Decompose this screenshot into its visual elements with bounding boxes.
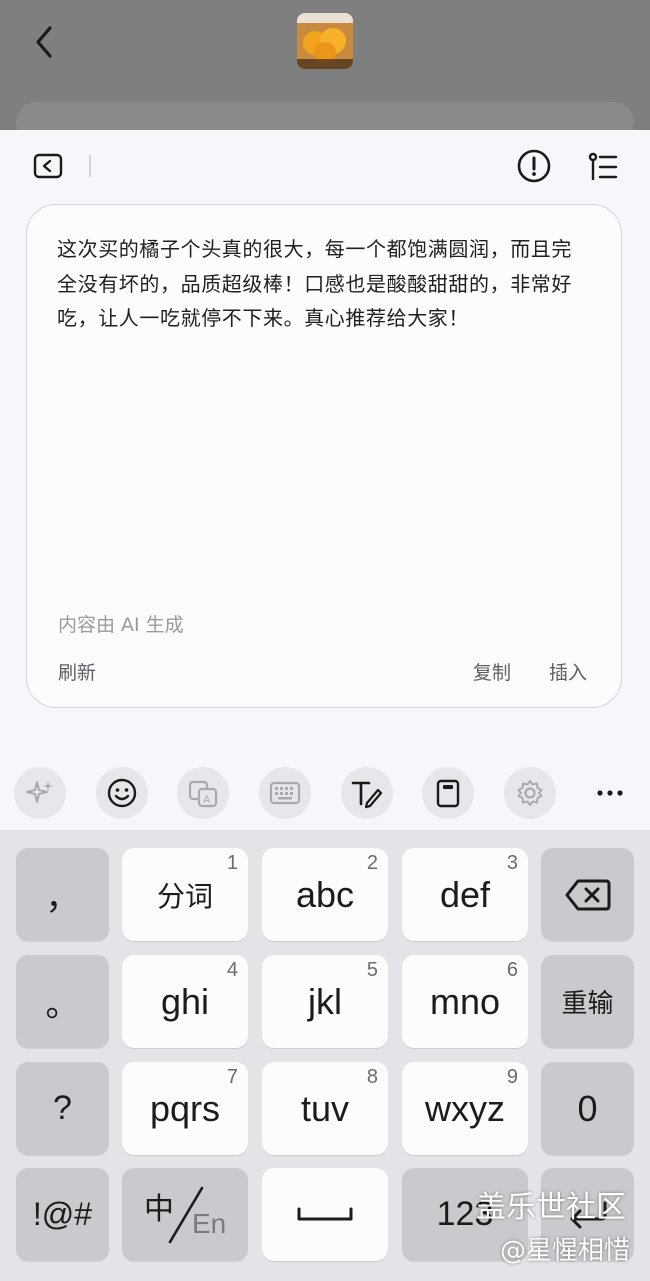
space-icon [297,1207,353,1220]
key-label: def [439,873,491,915]
handwriting-icon[interactable] [341,767,393,819]
key-number: 5 [366,959,378,981]
key-label: tuv [300,1087,350,1129]
key-2[interactable]: abc 2 [262,848,388,941]
key-question[interactable]: ? [16,1062,109,1155]
collapse-panel-icon[interactable] [30,150,66,182]
key-5[interactable]: jkl 5 [262,955,388,1048]
key-6[interactable]: mno 6 [402,955,528,1048]
svg-text:A: A [203,794,211,806]
info-alert-icon[interactable] [514,146,554,186]
product-thumbnail [297,13,353,69]
key-7[interactable]: pqrs 7 [122,1062,248,1155]
settings-icon[interactable] [504,767,556,819]
key-number: 3 [506,852,518,874]
space-key[interactable] [262,1168,388,1261]
key-label: 0 [577,1087,598,1129]
insert-button[interactable]: 插入 [549,658,587,685]
key-label: abc [295,873,355,915]
key-period[interactable]: 。 [16,955,109,1048]
sparkle-icon[interactable] [14,767,66,819]
clipboard-icon[interactable] [422,767,474,819]
key-number: 4 [226,959,238,981]
key-number: 1 [226,852,238,874]
key-label: wxyz [425,1087,505,1129]
key-label: ? [53,1089,72,1127]
key-1[interactable]: 分词 1 [122,848,248,941]
key-number: 2 [366,852,378,874]
key-number: 6 [506,959,518,981]
reinput-key[interactable]: 重输 [541,955,634,1048]
key-label: 。 [45,986,80,1024]
copy-button[interactable]: 复制 [473,658,511,685]
key-9[interactable]: wxyz 9 [402,1062,528,1155]
keyboard-icon[interactable] [259,767,311,819]
style-options-icon[interactable] [582,146,622,186]
key-0[interactable]: 0 [541,1062,634,1155]
key-label: pqrs [149,1087,221,1129]
backspace-icon [565,879,610,910]
key-label: !@# [32,1196,93,1232]
generated-text[interactable]: 这次买的橘子个头真的很大，每一个都饱满圆润，而且完全没有坏的，品质超级棒！口感也… [57,232,587,336]
key-label: jkl [308,980,342,1022]
symbols-key[interactable]: !@# [16,1168,109,1261]
watermark-author: @星惺相惜 [500,1236,631,1266]
key-number: 9 [506,1066,518,1088]
lang-en-label: En [192,1208,227,1239]
more-icon[interactable] [584,767,636,819]
refresh-button[interactable]: 刷新 [58,658,96,685]
key-number: 8 [366,1066,378,1088]
key-label: 重输 [561,989,614,1019]
key-label: ， [45,879,80,917]
divider [89,155,91,177]
key-comma[interactable]: ， [16,848,109,941]
key-number: 7 [226,1066,238,1088]
key-label: 分词 [156,879,213,913]
key-3[interactable]: def 3 [402,848,528,941]
key-8[interactable]: tuv 8 [262,1062,388,1155]
emoji-icon[interactable] [96,767,148,819]
language-switch-key[interactable]: 中 En [122,1168,248,1261]
ai-disclaimer: 内容由 AI 生成 [58,614,184,636]
backspace-key[interactable] [541,848,634,941]
translate-icon[interactable]: A [177,767,229,819]
key-4[interactable]: ghi 4 [122,955,248,1048]
key-label: ghi [160,980,210,1022]
watermark-title: 盖乐世社区 [476,1190,626,1225]
back-chevron-icon[interactable] [30,22,60,62]
key-label: mno [429,980,501,1022]
